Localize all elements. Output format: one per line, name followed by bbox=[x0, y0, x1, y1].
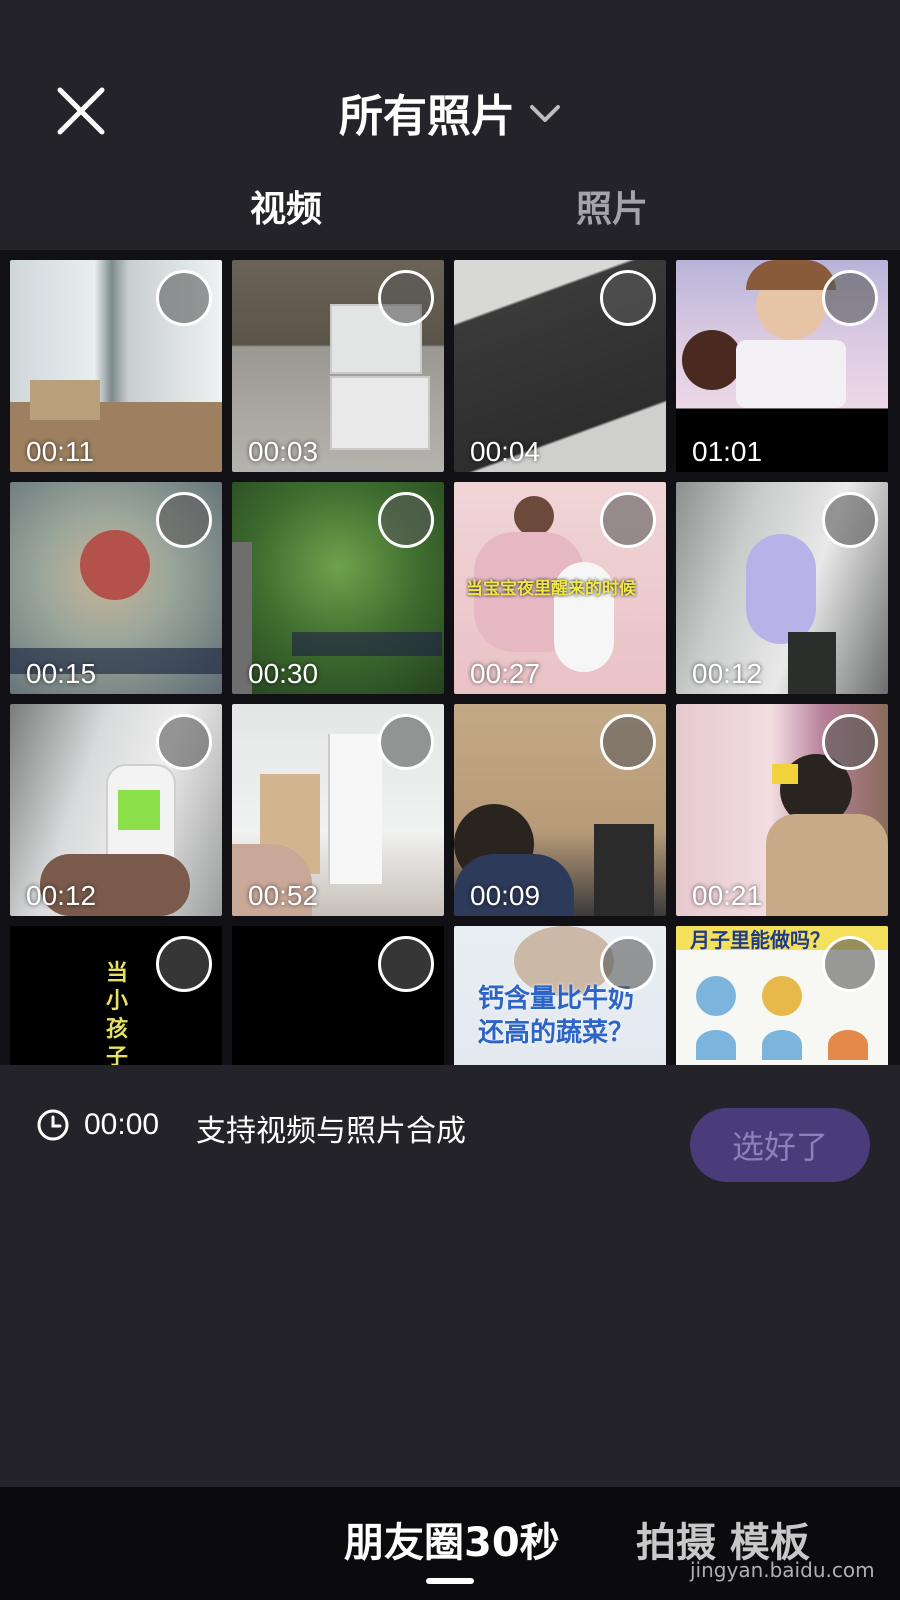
select-circle[interactable] bbox=[156, 492, 212, 548]
media-item[interactable]: 00:09 bbox=[454, 704, 666, 916]
media-item[interactable]: 00:52 bbox=[232, 704, 444, 916]
media-item[interactable]: 00:11 bbox=[10, 260, 222, 472]
duration-label: 00:21 bbox=[692, 880, 763, 911]
select-circle[interactable] bbox=[600, 492, 656, 548]
top-bar: 所有照片 视频 照片 bbox=[0, 0, 900, 250]
nav-item-moments-30s[interactable]: 朋友圈30秒 bbox=[344, 1510, 560, 1568]
duration-label: 00:30 bbox=[248, 658, 319, 689]
select-circle[interactable] bbox=[156, 270, 212, 326]
select-circle[interactable] bbox=[600, 936, 656, 992]
select-circle[interactable] bbox=[378, 936, 434, 992]
video-caption: 月子里能做吗？ bbox=[690, 928, 830, 952]
active-tab-indicator bbox=[426, 1578, 474, 1584]
media-item[interactable]: 00:04 bbox=[454, 260, 666, 472]
hint-text: 支持视频与照片合成 bbox=[196, 1114, 466, 1149]
duration-label: 00:12 bbox=[26, 880, 97, 911]
media-item[interactable]: 00:12 bbox=[676, 482, 888, 694]
media-type-tabs: 视频 照片 bbox=[0, 180, 900, 240]
media-item[interactable]: 钙含量比牛奶还高的蔬菜？ bbox=[454, 926, 666, 1065]
duration-label: 00:03 bbox=[248, 436, 319, 467]
album-selector[interactable]: 所有照片 bbox=[339, 80, 561, 144]
media-item[interactable]: 00:30 bbox=[232, 482, 444, 694]
select-circle[interactable] bbox=[822, 714, 878, 770]
media-item[interactable]: 00:12 bbox=[10, 704, 222, 916]
media-item[interactable] bbox=[232, 926, 444, 1065]
tab-photo[interactable]: 照片 bbox=[576, 180, 648, 232]
select-circle[interactable] bbox=[156, 714, 212, 770]
video-caption: 钙含量比牛奶还高的蔬菜？ bbox=[478, 984, 635, 1048]
select-circle[interactable] bbox=[822, 270, 878, 326]
select-circle[interactable] bbox=[600, 270, 656, 326]
total-duration: 00:00 bbox=[84, 1108, 160, 1141]
duration-label: 00:04 bbox=[470, 436, 541, 467]
select-circle[interactable] bbox=[156, 936, 212, 992]
media-grid: 00:11 00:03 00:04 01:01 00:15 00:30 当宝宝夜… bbox=[0, 250, 900, 1065]
select-circle[interactable] bbox=[822, 492, 878, 548]
media-item[interactable]: 月子里能做吗？ bbox=[676, 926, 888, 1065]
media-item[interactable]: 00:15 bbox=[10, 482, 222, 694]
duration-label: 00:15 bbox=[26, 658, 97, 689]
media-item[interactable]: 00:21 bbox=[676, 704, 888, 916]
select-circle[interactable] bbox=[378, 492, 434, 548]
media-item[interactable]: 当小孩子 bbox=[10, 926, 222, 1065]
select-circle[interactable] bbox=[600, 714, 656, 770]
select-circle[interactable] bbox=[822, 936, 878, 992]
duration-label: 00:09 bbox=[470, 880, 541, 911]
media-item[interactable]: 01:01 bbox=[676, 260, 888, 472]
media-item[interactable]: 当宝宝夜里醒来的时候 00:27 bbox=[454, 482, 666, 694]
media-item[interactable]: 00:03 bbox=[232, 260, 444, 472]
select-circle[interactable] bbox=[378, 714, 434, 770]
video-caption: 当宝宝夜里醒来的时候 bbox=[466, 579, 636, 599]
album-title: 所有照片 bbox=[339, 91, 515, 142]
chevron-down-icon bbox=[530, 105, 560, 122]
clock-icon bbox=[37, 1109, 69, 1141]
done-button[interactable]: 选好了 bbox=[690, 1108, 870, 1182]
duration-label: 01:01 bbox=[692, 436, 763, 467]
duration-label: 00:11 bbox=[26, 436, 94, 467]
duration-label: 00:52 bbox=[248, 880, 319, 911]
tab-video[interactable]: 视频 bbox=[250, 180, 322, 232]
duration-label: 00:27 bbox=[470, 658, 541, 689]
select-circle[interactable] bbox=[378, 270, 434, 326]
video-caption: 当小孩子 bbox=[105, 961, 128, 1065]
duration-label: 00:12 bbox=[692, 658, 763, 689]
watermark: jingyan.baidu.com bbox=[690, 1558, 875, 1582]
